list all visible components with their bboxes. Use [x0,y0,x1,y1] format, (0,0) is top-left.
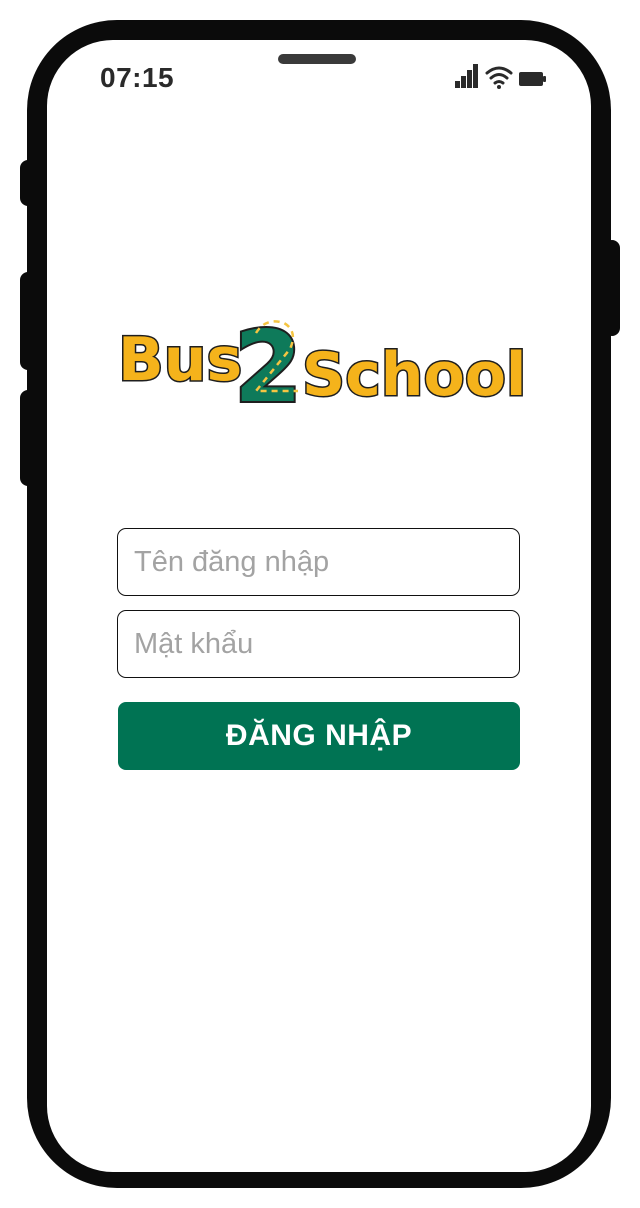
logo-text-bus: Bus [118,325,242,395]
password-input[interactable] [118,611,519,677]
phone-screen [47,40,591,1172]
speaker-notch [278,54,356,64]
status-icons [455,64,546,89]
logo-text-school: School [302,340,526,410]
logo-numeral-two: 2 [234,311,302,415]
status-time: 07:15 [100,62,175,93]
password-field[interactable] [117,610,520,678]
username-field[interactable] [117,528,520,596]
battery-icon [519,72,546,86]
bus2school-logo: Bus 2 School [117,309,527,415]
cellular-signal-icon [455,64,478,88]
wifi-icon [485,66,513,89]
login-button[interactable]: ĐĂNG NHẬP [118,702,520,770]
username-input[interactable] [118,529,519,595]
